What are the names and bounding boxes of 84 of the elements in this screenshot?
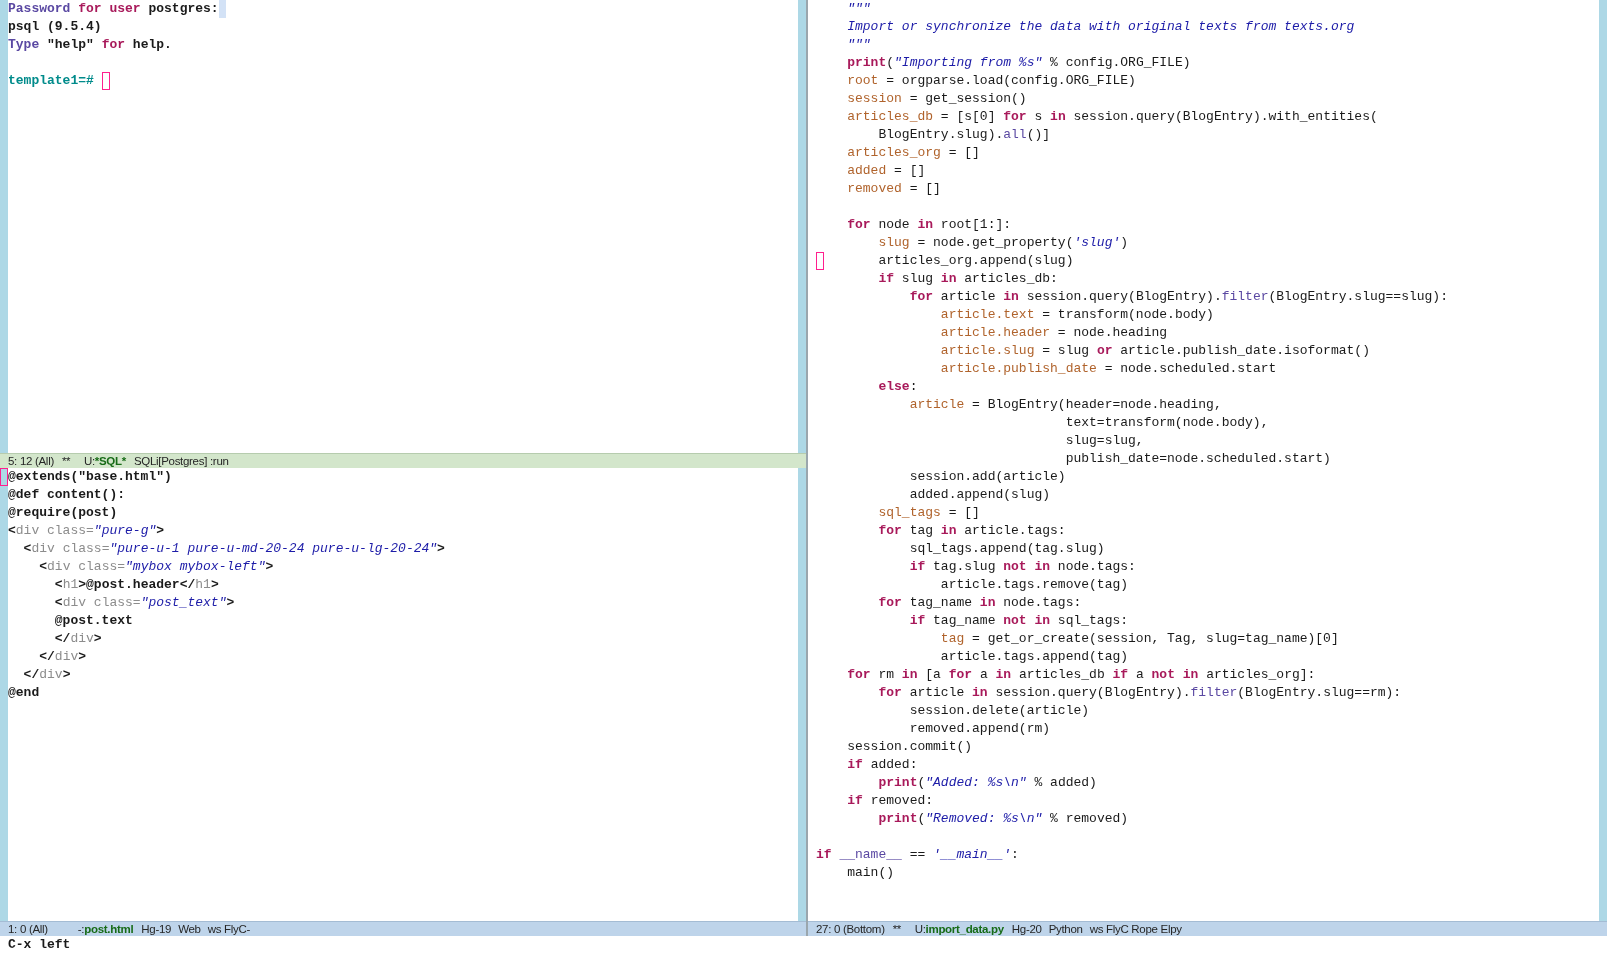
mode-name: Python — [1048, 923, 1083, 935]
code-line: removed = [] — [847, 181, 941, 196]
code-line: session.add(article) — [909, 469, 1066, 484]
code-line: if tag_name not in sql_tags: — [909, 613, 1129, 628]
code-line: for node in root[1:]: — [847, 217, 1012, 232]
code-line: root = orgparse.load(config.ORG_FILE) — [847, 73, 1136, 88]
echo-area-text: C-x left — [8, 937, 71, 952]
code-line: """ — [847, 37, 871, 52]
code-line: if added: — [847, 757, 918, 772]
mode-name: Hg-19 — [141, 923, 172, 935]
code-line: article.publish_date = node.scheduled.start — [940, 361, 1277, 376]
mode-name: ws FlyC Rope Elpy — [1089, 923, 1182, 935]
buffer-name: -:post.html — [77, 923, 134, 935]
code-line: </div> — [54, 631, 102, 646]
code-line: BlogEntry.slug).all()] — [878, 127, 1051, 142]
code-line: publish_date=node.scheduled.start) — [1065, 451, 1331, 466]
code-line: Import or synchronize the data with original texts from texts.org — [847, 19, 1355, 34]
code-line: """ — [847, 1, 871, 16]
code-line: article.header = node.heading — [940, 325, 1168, 340]
modified-status: ** — [61, 455, 71, 467]
code-line: session = get_session() — [847, 91, 1027, 106]
code-line: slug=slug, — [1065, 433, 1144, 448]
code-line: for article in session.query(BlogEntry).filter(BlogEntry.slug==slug): — [909, 289, 1448, 304]
code-line: session.commit() — [847, 739, 973, 754]
code-line: article.slug = slug or article.publish_date.isoformat() — [940, 343, 1370, 358]
code-line: for rm in [a for a in articles_db if a not in articles_org]: — [847, 667, 1316, 682]
code-line: for tag in article.tags: — [878, 523, 1066, 538]
code-line: else: — [878, 379, 918, 394]
code-line: sql_tags = [] — [878, 505, 980, 520]
code-line: <h1>@post.header</h1> — [54, 577, 219, 592]
code-line: session.delete(article) — [909, 703, 1090, 718]
code-line: article = BlogEntry(header=node.heading, — [909, 397, 1222, 412]
mode-name: ws FlyC- — [207, 923, 250, 935]
code-line: @extends("base.html") — [8, 469, 172, 484]
text-cursor-icon — [101, 72, 111, 90]
code-line: <div class="mybox mybox-left"> — [39, 559, 274, 574]
code-line: article.tags.remove(tag) — [940, 577, 1129, 592]
code-line: if slug in articles_db: — [878, 271, 1058, 286]
modified-status: ** — [892, 923, 902, 935]
code-line: @end — [8, 685, 40, 700]
terminal-line: psql (9.5.4) — [8, 19, 102, 34]
cursor-position: 1: 0 (All) — [8, 923, 48, 935]
code-line: for article in session.query(BlogEntry).filter(BlogEntry.slug==rm): — [878, 685, 1402, 700]
code-line: @def content(): — [8, 487, 126, 502]
code-line: print("Removed: %s\n" % removed) — [878, 811, 1129, 826]
highlight-block-icon — [218, 0, 227, 18]
code-line: article.tags.append(tag) — [940, 649, 1129, 664]
cursor-position: 27: 0 (Bottom) — [816, 923, 885, 935]
code-line: added = [] — [847, 163, 926, 178]
code-line: sql_tags.append(tag.slug) — [909, 541, 1105, 556]
cursor-position: 5: 12 (All) — [8, 455, 54, 467]
terminal-line: template1=# — [8, 73, 94, 88]
code-line: articles_db = [s[0] for s in session.query(BlogEntry).with_entities( — [847, 109, 1378, 124]
buffer-name: U:import_data.py — [914, 923, 1004, 935]
code-line: print("Added: %s\n" % added) — [878, 775, 1097, 790]
code-line: @post.text — [54, 613, 133, 628]
code-line: </div> — [23, 667, 71, 682]
code-line: articles_org = [] — [847, 145, 980, 160]
buffer-name: U:*SQL* — [83, 455, 126, 467]
code-line: if removed: — [847, 793, 934, 808]
code-line: <div class="post_text"> — [54, 595, 235, 610]
code-line: if __name__ == '__main__': — [816, 847, 1019, 862]
mode-name: Web — [178, 923, 201, 935]
code-line: </div> — [39, 649, 87, 664]
mode-name: Hg-20 — [1011, 923, 1042, 935]
code-line: text=transform(node.body), — [1065, 415, 1269, 430]
code-line: for tag_name in node.tags: — [878, 595, 1082, 610]
code-line: articles_org.append(slug) — [878, 253, 1074, 268]
text-cursor-icon — [816, 252, 824, 270]
code-line: slug = node.get_property('slug') — [878, 235, 1129, 250]
code-line: main() — [847, 865, 895, 880]
code-line: removed.append(rm) — [909, 721, 1051, 736]
code-line: @require(post) — [8, 505, 118, 520]
mode-name: SQLi[Postgres] :run — [133, 455, 229, 467]
code-line: print("Importing from %s" % config.ORG_FILE) — [847, 55, 1191, 70]
code-line: added.append(slug) — [909, 487, 1051, 502]
code-line: <div class="pure-g"> — [8, 523, 165, 538]
code-line: article.text = transform(node.body) — [940, 307, 1214, 322]
text-cursor-icon — [0, 468, 8, 486]
code-line: <div class="pure-u-1 pure-u-md-20-24 pure-u-lg-20-24"> — [23, 541, 445, 556]
terminal-line: Password for user postgres: — [8, 1, 219, 16]
terminal-line: Type "help" for help. — [8, 37, 172, 52]
code-line: tag = get_or_create(session, Tag, slug=tag_name)[0] — [940, 631, 1339, 646]
code-line: if tag.slug not in node.tags: — [909, 559, 1136, 574]
